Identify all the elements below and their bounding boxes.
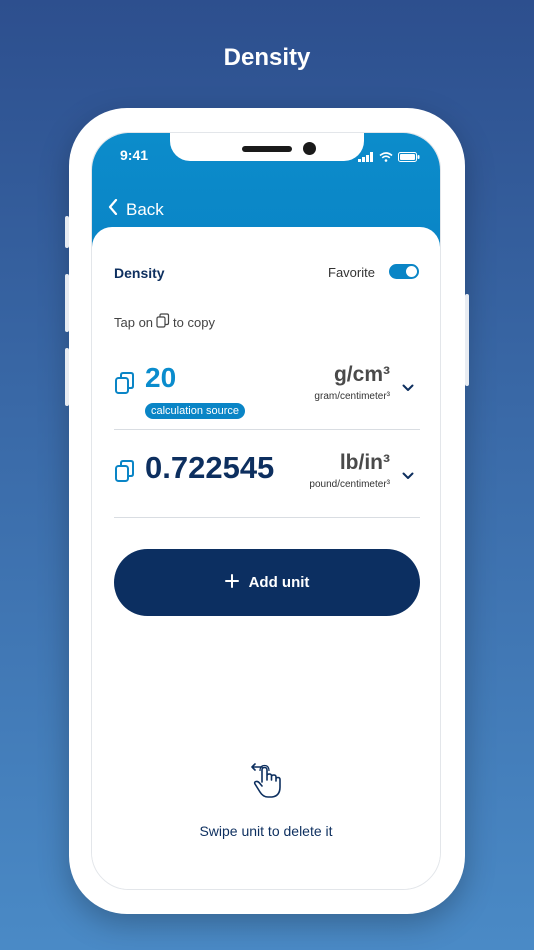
back-label: Back — [126, 199, 164, 219]
converter-card: Density Favorite Tap on to copy 20 calcu… — [92, 227, 440, 889]
copy-icon[interactable] — [114, 371, 136, 400]
phone-frame: 9:41 Back Density Favorite Tap on to cop… — [65, 108, 469, 914]
status-icons — [358, 149, 420, 167]
speaker — [242, 146, 292, 152]
power-button — [465, 294, 469, 386]
toggle-knob — [406, 266, 417, 277]
unit-row[interactable]: 20 calculation source g/cm³ gram/centime… — [114, 353, 420, 433]
battery-icon — [398, 149, 420, 167]
favorite-label: Favorite — [328, 265, 375, 280]
copy-hint: Tap on to copy — [114, 313, 215, 331]
copy-icon — [156, 313, 170, 331]
mute-switch — [65, 216, 69, 248]
divider — [114, 429, 420, 430]
signal-icon — [358, 149, 374, 167]
unit-name: pound/centimeter³ — [309, 479, 390, 490]
chevron-left-icon — [108, 198, 118, 220]
unit-row[interactable]: 0.722545 lb/in³ pound/centimeter³ — [114, 441, 420, 521]
chevron-down-icon[interactable] — [402, 379, 414, 397]
plus-icon — [224, 573, 239, 592]
swipe-hint-text: Swipe unit to delete it — [199, 823, 333, 839]
divider — [114, 517, 420, 518]
add-unit-button[interactable]: Add unit — [114, 549, 420, 616]
hint-suffix: to copy — [173, 314, 215, 330]
volume-up-button — [65, 274, 69, 332]
card-title: Density — [114, 265, 165, 281]
unit-value: 20 — [145, 362, 177, 393]
wifi-icon — [379, 149, 393, 167]
unit-symbol: g/cm³ — [333, 363, 390, 386]
unit-symbol: lb/in³ — [339, 451, 390, 474]
favorite-toggle[interactable] — [389, 264, 419, 279]
phone-screen: 9:41 Back Density Favorite Tap on to cop… — [91, 132, 441, 890]
chevron-down-icon[interactable] — [402, 467, 414, 485]
status-time: 9:41 — [120, 147, 149, 163]
hint-prefix: Tap on — [114, 314, 154, 330]
back-button[interactable]: Back — [108, 198, 164, 220]
unit-name: gram/centimeter³ — [314, 391, 390, 402]
add-unit-label: Add unit — [248, 574, 310, 591]
swipe-hand-icon — [250, 762, 284, 805]
unit-value: 0.722545 — [145, 450, 275, 485]
copy-icon[interactable] — [114, 459, 136, 488]
volume-down-button — [65, 348, 69, 406]
calculation-source-badge: calculation source — [145, 403, 246, 419]
front-camera — [303, 142, 316, 155]
page-title: Density — [223, 44, 311, 71]
